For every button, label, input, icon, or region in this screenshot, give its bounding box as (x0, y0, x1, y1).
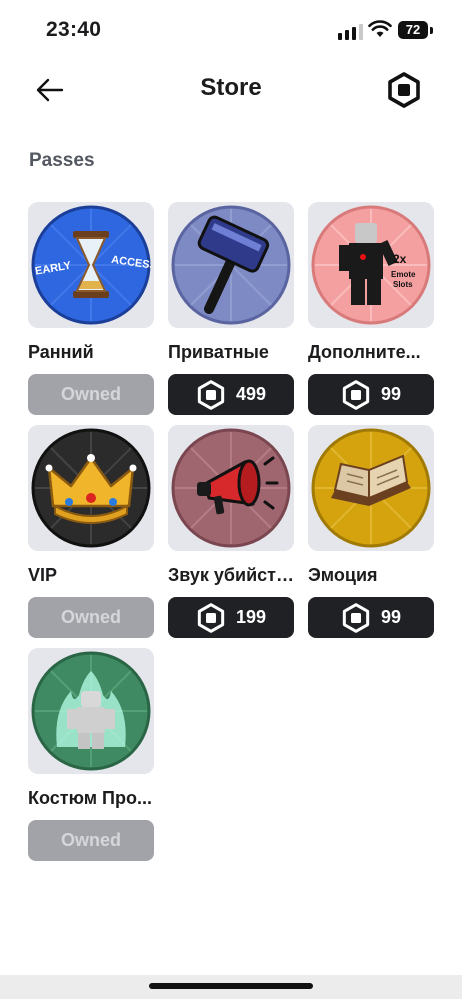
price-label: 499 (235, 384, 267, 404)
pass-thumbnail[interactable] (28, 648, 154, 774)
battery-icon: 72 (398, 21, 428, 39)
status-bar: 23:40 72 (0, 0, 462, 60)
pass-name: Костюм Про... (28, 788, 152, 808)
buy-button[interactable]: 99 (308, 374, 434, 415)
pass-thumbnail[interactable] (168, 425, 294, 551)
pass-card[interactable]: Эмоция 99 (308, 425, 434, 638)
buy-button[interactable]: 99 (308, 597, 434, 638)
wifi-icon (368, 20, 392, 37)
battery-tip (430, 27, 433, 34)
book-image (311, 428, 431, 548)
pass-name: Приватные (168, 342, 269, 362)
art-text-slots: Slots (393, 280, 413, 289)
hammer-image (171, 205, 291, 325)
pass-thumbnail[interactable] (28, 425, 154, 551)
section-title: Passes (29, 150, 95, 171)
aura-costume-image (31, 651, 151, 771)
pass-card[interactable]: Приватные 499 (168, 202, 294, 415)
robux-balance-button[interactable] (386, 72, 422, 108)
pass-thumbnail[interactable]: EARLY ACCESS (28, 202, 154, 328)
pass-name: Эмоция (308, 565, 378, 585)
pass-card[interactable]: 2x Emote Slots Дополните... 99 (308, 202, 434, 415)
early-access-image: EARLY ACCESS (31, 205, 151, 325)
pass-thumbnail[interactable]: 2x Emote Slots (308, 202, 434, 328)
emote-slots-image: 2x Emote Slots (311, 205, 431, 325)
robux-icon (197, 602, 225, 633)
status-time: 23:40 (46, 18, 102, 41)
pass-thumbnail[interactable] (308, 425, 434, 551)
buy-button[interactable]: 199 (168, 597, 294, 638)
price-label: 199 (235, 607, 267, 627)
buy-button[interactable]: 499 (168, 374, 294, 415)
price-label: 99 (380, 384, 402, 404)
owned-button[interactable]: Owned (28, 820, 154, 861)
megaphone-image (171, 428, 291, 548)
robux-icon (197, 379, 225, 410)
robux-icon (342, 602, 370, 633)
pass-card[interactable]: VIP Owned (28, 425, 154, 638)
home-indicator[interactable] (149, 983, 313, 989)
robux-icon (342, 379, 370, 410)
pass-name: Ранний (28, 342, 94, 362)
owned-button[interactable]: Owned (28, 597, 154, 638)
art-text-2x: 2x (393, 252, 407, 266)
pass-name: Дополните... (308, 342, 421, 362)
crown-image (31, 428, 151, 548)
owned-button[interactable]: Owned (28, 374, 154, 415)
header: Store (0, 60, 462, 120)
pass-card[interactable]: Костюм Про... Owned (28, 648, 154, 861)
pass-name: VIP (28, 565, 58, 585)
price-label: 99 (380, 607, 402, 627)
pass-card[interactable]: Звук убийства 199 (168, 425, 294, 638)
art-text-emote: Emote (391, 270, 416, 279)
pass-name: Звук убийства (168, 565, 294, 585)
cellular-signal-icon (338, 24, 363, 40)
robux-icon (388, 72, 420, 108)
pass-card[interactable]: EARLY ACCESS Ранний Owned (28, 202, 154, 415)
pass-thumbnail[interactable] (168, 202, 294, 328)
